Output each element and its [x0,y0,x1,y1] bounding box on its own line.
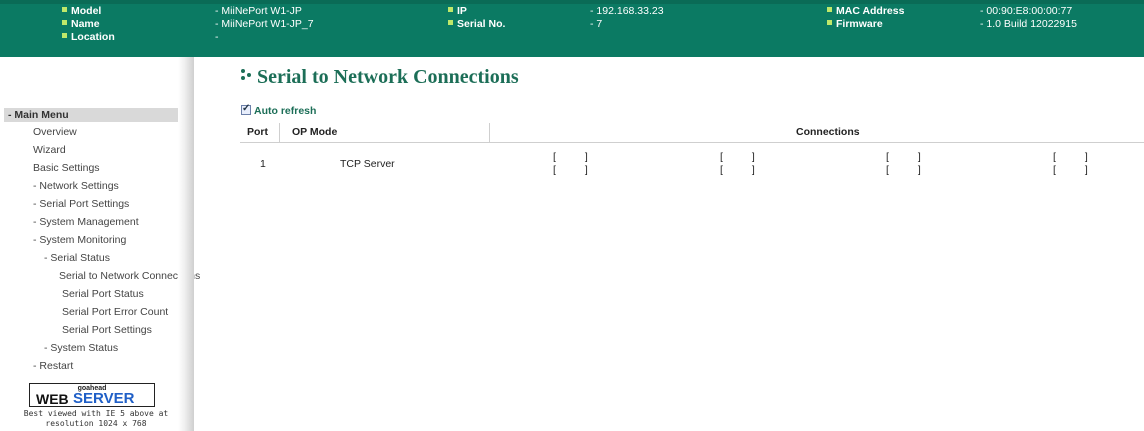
menu-item-serial-port-error-count[interactable]: Serial Port Error Count [62,306,168,319]
bullet-icon [827,20,832,25]
ip-value: - 192.168.33.23 [590,5,664,17]
page-title: Serial to Network Connections [241,66,519,89]
connection-slot: [ ] [720,164,755,176]
bullet-icon [62,33,67,38]
firmware-value: - 1.0 Build 12022915 [980,18,1077,30]
model-label: Model [62,5,101,18]
connection-slot: [ ] [1053,151,1088,163]
menu-item-serial-port-settings[interactable]: - Serial Port Settings [33,198,129,211]
connection-slot: [ ] [886,164,921,176]
menu-item-system-status[interactable]: - System Status [44,342,118,355]
bullet-icon [827,7,832,12]
menu-item-wizard[interactable]: Wizard [33,144,66,157]
checkbox-checked-icon[interactable] [241,103,251,115]
mac-value: - 00:90:E8:00:00:77 [980,5,1073,17]
location-label: Location [62,31,115,44]
model-value: - MiiNePort W1-JP [215,5,302,17]
header-op-mode: OP Mode [292,126,338,138]
mac-label: MAC Address [827,5,904,18]
connection-slot: [ ] [720,151,755,163]
goahead-webserver-logo: goahead WEB SERVER [29,383,155,407]
menu-item-restart[interactable]: - Restart [33,360,73,373]
menu-item-basic-settings[interactable]: Basic Settings [33,162,100,175]
menu-item-serial-status[interactable]: - Serial Status [44,252,110,265]
main-menu-header[interactable]: - Main Menu [4,108,192,122]
menu-item-serial-port-settings-status[interactable]: Serial Port Settings [62,324,152,337]
title-dots-icon [241,68,255,82]
menu-item-system-monitoring[interactable]: - System Monitoring [33,234,126,247]
cell-op-mode: TCP Server [340,158,395,170]
serial-no-value: - 7 [590,18,603,30]
sidebar-shadow [178,57,194,431]
header-connections: Connections [796,126,860,138]
info-row-3: Location - [0,31,1144,44]
name-value: - MiiNePort W1-JP_7 [215,18,314,30]
info-row-1: Model - MiiNePort W1-JP IP - 192.168.33.… [0,5,1144,18]
bullet-icon [62,20,67,25]
bullet-icon [62,7,67,12]
connection-slot: [ ] [886,151,921,163]
connection-slot: [ ] [1053,164,1088,176]
auto-refresh-checkbox[interactable]: Auto refresh [241,103,316,117]
connections-table: Port OP Mode Connections 1 TCP Server [ … [240,123,1144,183]
menu-item-system-management[interactable]: - System Management [33,216,139,229]
sidebar: - Main Menu Overview Wizard Basic Settin… [0,57,200,431]
info-row-2: Name - MiiNePort W1-JP_7 Serial No. - 7 … [0,18,1144,31]
device-info-bar: Model - MiiNePort W1-JP IP - 192.168.33.… [0,0,1144,57]
connection-slot: [ ] [553,151,588,163]
browser-note: Best viewed with IE 5 above at resolutio… [23,409,169,428]
ip-label: IP [448,5,467,18]
bullet-icon [448,7,453,12]
serial-no-label: Serial No. [448,18,505,31]
location-value: - [215,31,219,43]
name-label: Name [62,18,100,31]
firmware-label: Firmware [827,18,883,31]
header-port: Port [247,126,268,138]
menu-item-network-settings[interactable]: - Network Settings [33,180,119,193]
cell-port: 1 [260,158,266,170]
menu-item-serial-port-status[interactable]: Serial Port Status [62,288,144,301]
menu-item-overview[interactable]: Overview [33,126,77,139]
bullet-icon [448,20,453,25]
connection-slot: [ ] [553,164,588,176]
